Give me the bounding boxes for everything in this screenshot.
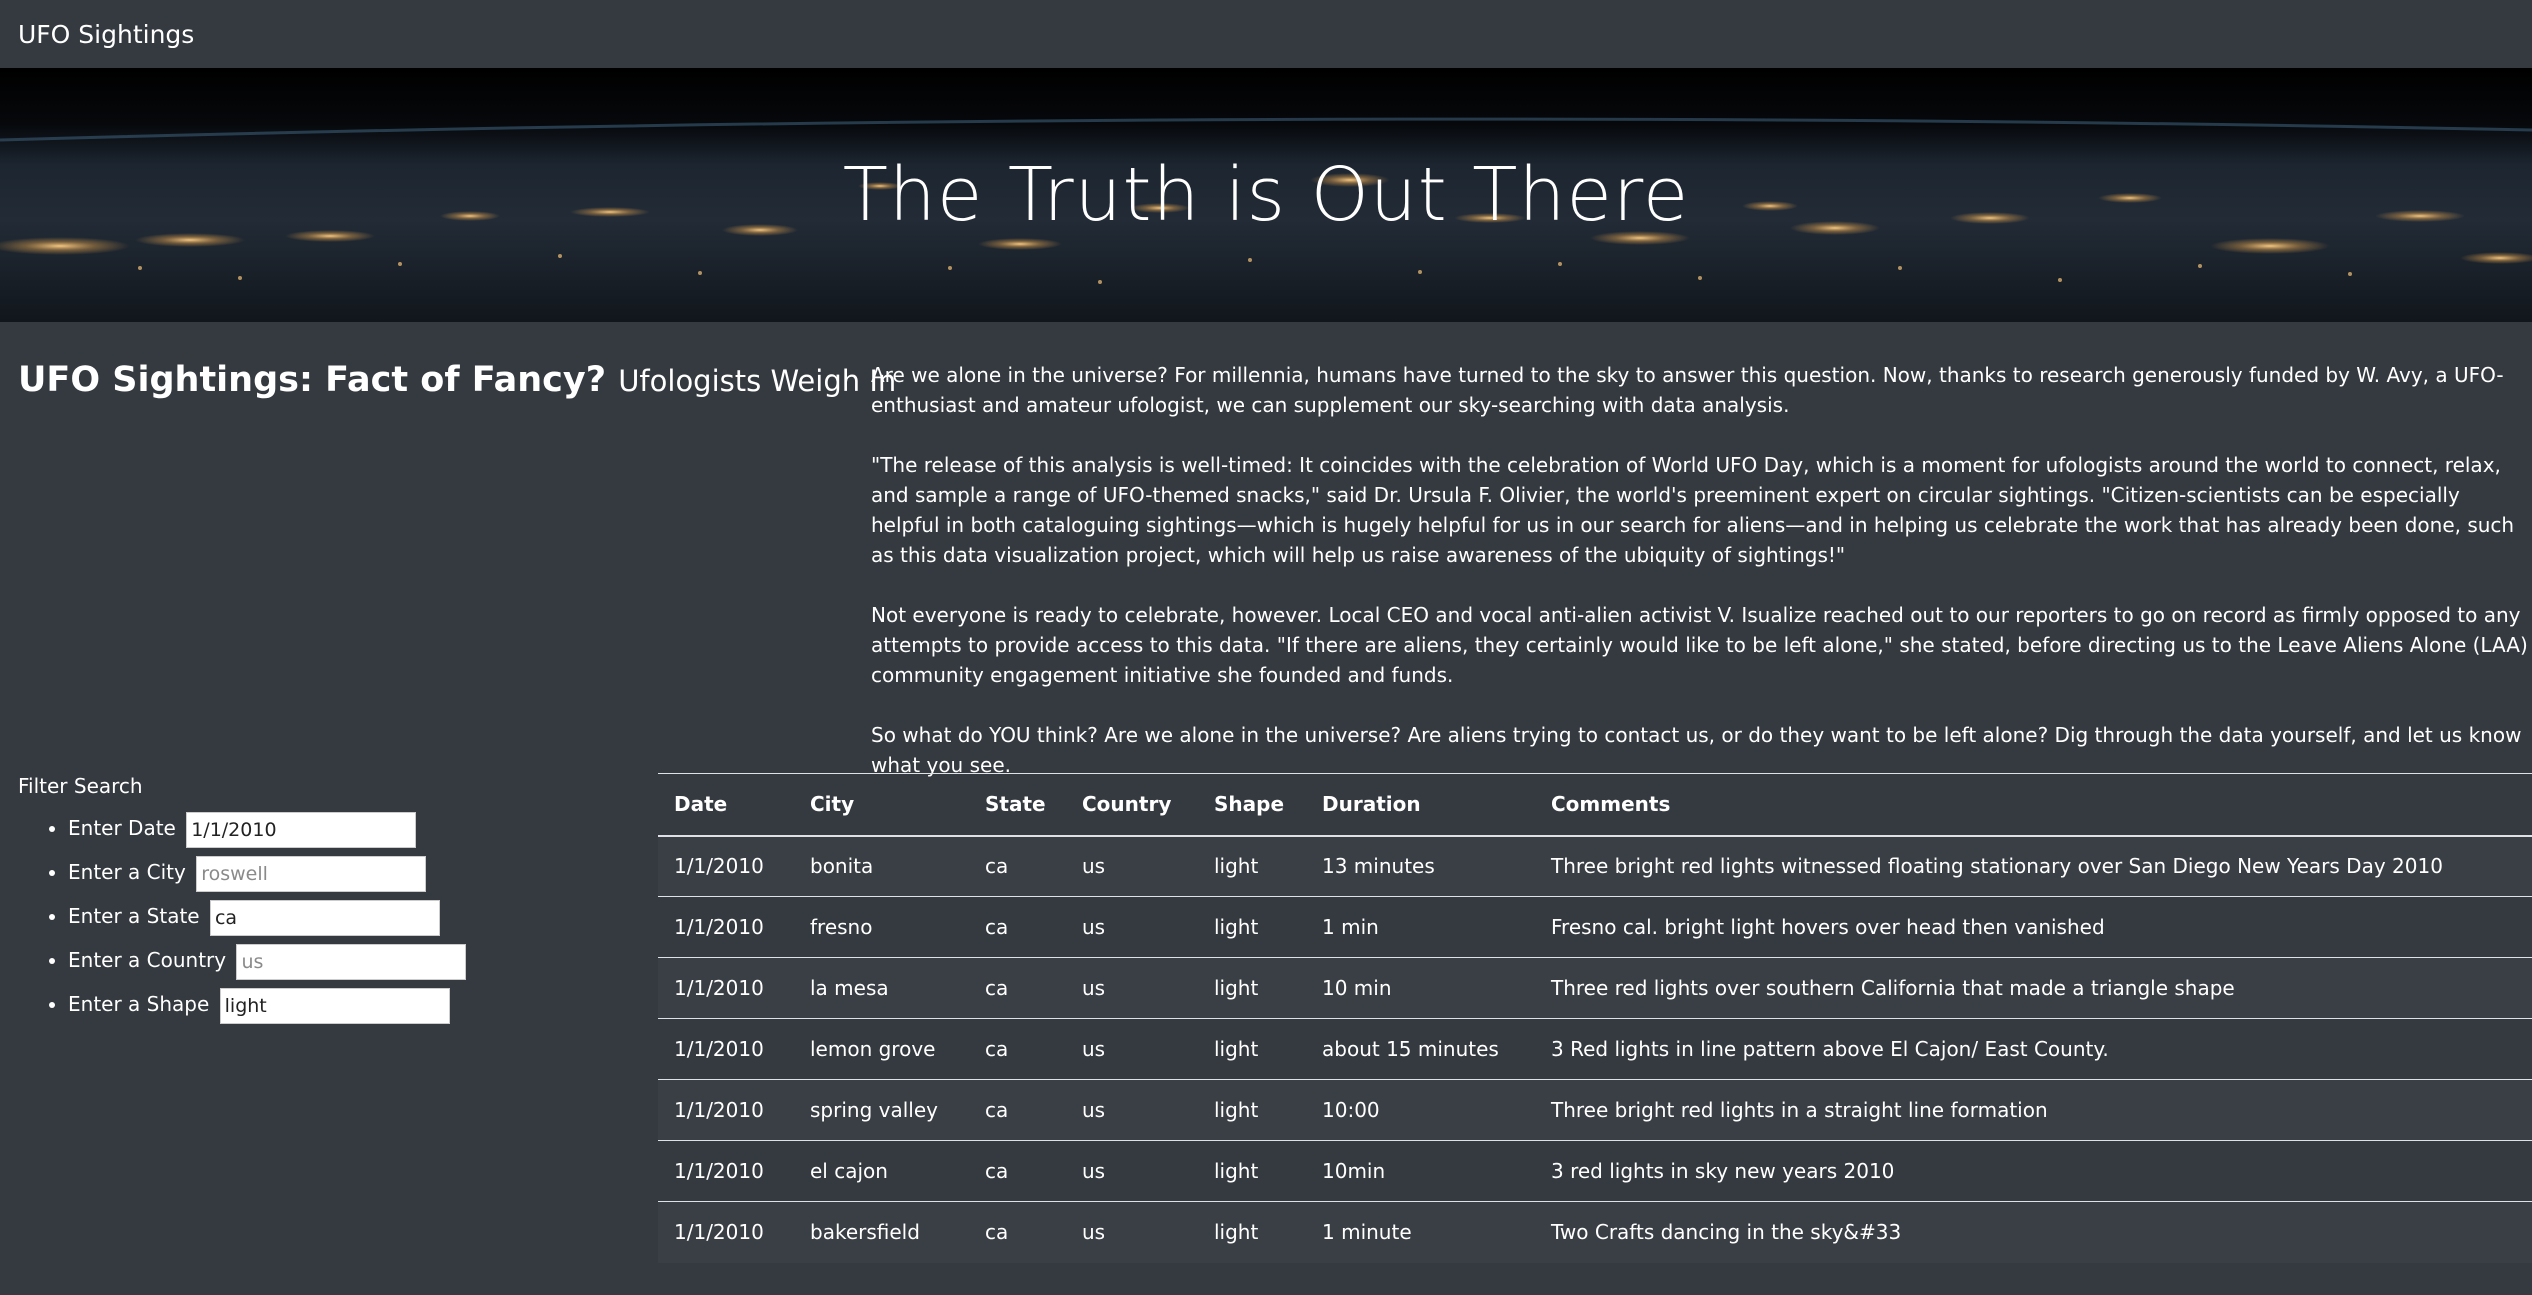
filter-item-city: Enter a City xyxy=(68,854,638,898)
city-input[interactable] xyxy=(196,855,427,892)
cell-city: el cajon xyxy=(794,1140,969,1202)
filter-item-country: Enter a Country xyxy=(68,942,638,986)
cell-date: 1/1/2010 xyxy=(658,957,794,1019)
cell-country: us xyxy=(1082,1220,1106,1245)
filter-label-city: Enter a City xyxy=(68,860,186,884)
column-header-shape: Shape xyxy=(1198,773,1306,837)
cell-city: fresno xyxy=(794,896,969,958)
table-row: 1/1/2010 bakersfield ca us light 1 minut… xyxy=(658,1201,2532,1263)
filter-panel: Filter Search Enter Date Enter a City En… xyxy=(18,774,638,1030)
cell-shape: light xyxy=(1214,1220,1259,1245)
cell-country: us xyxy=(1066,1079,1198,1141)
article-subtitle: Ufologists Weigh In xyxy=(618,364,897,398)
table-row: 1/1/2010 bonita ca us light 13 minutes T… xyxy=(658,835,2532,897)
cell-state: ca xyxy=(969,1140,1066,1202)
cell-comments: Three red lights over southern Californi… xyxy=(1535,957,2532,1019)
cell-date: 1/1/2010 xyxy=(658,835,794,897)
cell-shape: light xyxy=(1198,896,1306,958)
cell-state: ca xyxy=(969,957,1066,1019)
article-title: UFO Sightings: Fact of Fancy? Ufologists… xyxy=(18,360,896,400)
filter-label-state: Enter a State xyxy=(68,904,200,928)
article-paragraph: "The release of this analysis is well-ti… xyxy=(871,453,2515,567)
table-header: Date City State Country Shape Duration C… xyxy=(658,773,2532,837)
cell-date: 1/1/2010 xyxy=(658,1018,794,1080)
sightings-table: Date City State Country Shape Duration C… xyxy=(658,773,2532,1263)
column-header-country: Country xyxy=(1066,773,1198,837)
article-body: Are we alone in the universe? For millen… xyxy=(871,360,2532,810)
filter-list: Enter Date Enter a City Enter a State En… xyxy=(18,810,638,1030)
cell-city: bakersfield xyxy=(810,1220,920,1245)
cell-shape: light xyxy=(1198,957,1306,1019)
column-header-duration: Duration xyxy=(1306,773,1535,837)
cell-city: bonita xyxy=(794,835,969,897)
cell-shape: light xyxy=(1198,1140,1306,1202)
cell-duration: 10:00 xyxy=(1306,1079,1535,1141)
cell-comments: 3 red lights in sky new years 2010 xyxy=(1535,1140,2532,1202)
state-input[interactable] xyxy=(209,899,440,936)
cell-country: us xyxy=(1066,957,1198,1019)
table-header-row: Date City State Country Shape Duration C… xyxy=(658,773,2532,837)
column-header-date: Date xyxy=(658,773,794,837)
article-paragraph: So what do YOU think? Are we alone in th… xyxy=(871,723,2522,777)
cell-duration: 1 min xyxy=(1306,896,1535,958)
article-heading: UFO Sightings: Fact of Fancy? Ufologists… xyxy=(18,360,896,400)
cell-shape: light xyxy=(1198,1018,1306,1080)
table-row: 1/1/2010 la mesa ca us light 10 min Thre… xyxy=(658,957,2532,1019)
cell-comments: Three bright red lights in a straight li… xyxy=(1535,1079,2532,1141)
cell-duration: about 15 minutes xyxy=(1306,1018,1535,1080)
cell-state: ca xyxy=(969,1018,1066,1080)
article-paragraph: Are we alone in the universe? For millen… xyxy=(871,363,2504,417)
cell-shape: light xyxy=(1198,835,1306,897)
cell-state: ca xyxy=(969,896,1066,958)
table-row: 1/1/2010 el cajon ca us light 10min 3 re… xyxy=(658,1140,2532,1202)
table-row: 1/1/2010 fresno ca us light 1 min Fresno… xyxy=(658,896,2532,958)
column-header-comments: Comments xyxy=(1535,773,2532,837)
hero-banner: The Truth is Out There xyxy=(0,68,2532,322)
cell-duration: 10min xyxy=(1306,1140,1535,1202)
cell-country: us xyxy=(1066,1140,1198,1202)
filter-label-country: Enter a Country xyxy=(68,948,227,972)
cell-shape: light xyxy=(1198,1079,1306,1141)
cell-date: 1/1/2010 xyxy=(658,896,794,958)
filter-label-shape: Enter a Shape xyxy=(68,992,210,1016)
navbar-brand[interactable]: UFO Sightings xyxy=(18,20,194,49)
cell-country: us xyxy=(1066,896,1198,958)
cell-city: la mesa xyxy=(794,957,969,1019)
cell-comments: Two Crafts dancing in the sky&#33 xyxy=(1551,1220,1902,1245)
date-input[interactable] xyxy=(186,811,417,848)
filter-title: Filter Search xyxy=(18,774,143,798)
cell-country: us xyxy=(1066,835,1198,897)
country-input[interactable] xyxy=(236,943,467,980)
cell-comments: 3 Red lights in line pattern above El Ca… xyxy=(1535,1018,2532,1080)
table-row: 1/1/2010 lemon grove ca us light about 1… xyxy=(658,1018,2532,1080)
cell-date: 1/1/2010 xyxy=(658,1079,794,1141)
article-title-main: UFO Sightings: Fact of Fancy? xyxy=(18,360,607,400)
cell-date: 1/1/2010 xyxy=(658,1140,794,1202)
hero-title: The Truth is Out There xyxy=(842,152,1690,238)
cell-date: 1/1/2010 xyxy=(674,1220,764,1245)
filter-item-shape: Enter a Shape xyxy=(68,986,638,1030)
column-header-city: City xyxy=(794,773,969,837)
sightings-table-container: Date City State Country Shape Duration C… xyxy=(658,773,2532,1263)
cell-city: spring valley xyxy=(794,1079,969,1141)
navbar: UFO Sightings xyxy=(0,0,2532,68)
cell-duration: 13 minutes xyxy=(1306,835,1535,897)
cell-city: lemon grove xyxy=(794,1018,969,1080)
filter-item-date: Enter Date xyxy=(68,810,638,854)
shape-input[interactable] xyxy=(219,987,450,1024)
cell-duration: 1 minute xyxy=(1322,1220,1412,1245)
cell-state: ca xyxy=(985,1220,1009,1245)
table-body: 1/1/2010 bonita ca us light 13 minutes T… xyxy=(658,835,2532,1263)
table-row: 1/1/2010 spring valley ca us light 10:00… xyxy=(658,1079,2532,1141)
cell-duration: 10 min xyxy=(1306,957,1535,1019)
cell-comments: Three bright red lights witnessed floati… xyxy=(1535,835,2532,897)
cell-state: ca xyxy=(969,1079,1066,1141)
cell-state: ca xyxy=(969,835,1066,897)
column-header-state: State xyxy=(969,773,1066,837)
cell-country: us xyxy=(1066,1018,1198,1080)
cell-comments: Fresno cal. bright light hovers over hea… xyxy=(1535,896,2532,958)
filter-label-date: Enter Date xyxy=(68,816,176,840)
filter-item-state: Enter a State xyxy=(68,898,638,942)
article-paragraph: Not everyone is ready to celebrate, howe… xyxy=(871,603,2528,687)
